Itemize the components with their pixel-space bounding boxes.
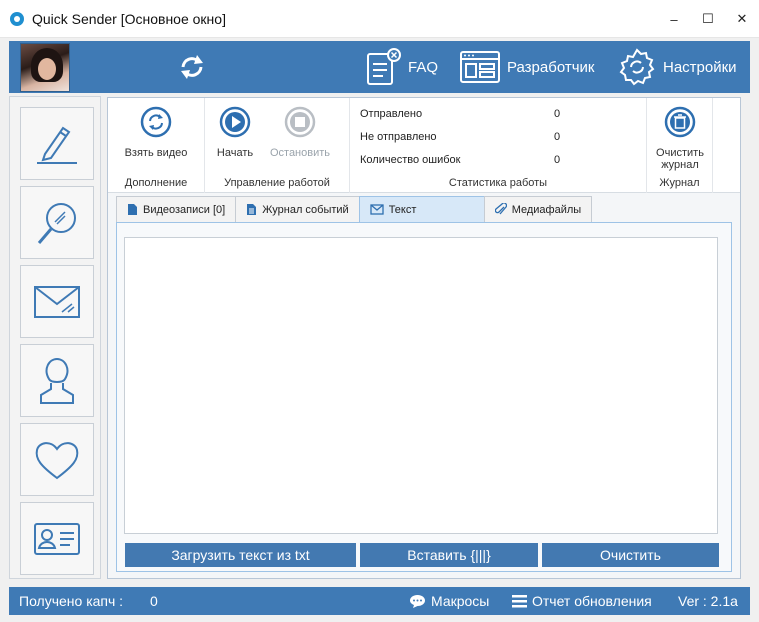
clear-log-label: Очистить журнал [656,147,704,171]
tab-content-text: Загрузить текст из txt Вставить {|||} Оч… [116,222,732,572]
chat-bubble-icon [410,594,425,608]
stat-sent-value: 0 [554,108,561,120]
magnifier-icon [37,202,76,244]
document-icon [128,204,137,215]
pencil-write-icon [37,126,77,164]
stat-errors-label: Количество ошибок [360,154,461,166]
tab-media[interactable]: Медиафайлы [483,196,593,222]
trash-icon [664,106,696,138]
ribbon-group-label: Дополнение [124,177,188,189]
clear-text-button[interactable]: Очистить [542,543,719,567]
main-panel: Взять видео Дополнение Начать Остановить… [107,97,741,579]
ribbon-group-control: Начать Остановить Управление работой [205,98,350,193]
take-video-button[interactable]: Взять видео [120,106,192,159]
sidebar-item-profile[interactable] [20,344,94,417]
refresh-icon[interactable] [175,51,209,83]
envelope-icon [34,285,80,318]
tab-label: Журнал событий [262,203,349,216]
tab-text[interactable]: Текст [358,196,485,222]
window-title: Quick Sender [Основное окно] [32,10,226,27]
macros-label: Макросы [431,593,490,609]
ribbon-group-label: Статистика работы [448,177,548,189]
top-header: FAQ Разработчик Настройки [9,41,750,93]
version-label: Ver : 2.1a [678,593,738,609]
stop-label: Остановить [269,147,331,159]
avatar[interactable] [20,43,70,92]
ribbon-group-addon: Взять видео Дополнение [108,98,205,193]
tab-event-log[interactable]: Журнал событий [235,196,360,222]
take-video-label: Взять видео [124,147,188,159]
stop-button[interactable]: Остановить [265,106,335,159]
window-controls: – ☐ ✕ [657,0,759,38]
ribbon: Взять видео Дополнение Начать Остановить… [108,98,740,193]
stat-not-sent-label: Не отправлено [360,131,437,143]
faq-button[interactable]: FAQ [366,47,438,87]
ribbon-group-label: Управление работой [224,177,330,189]
update-report-label: Отчет обновления [532,593,652,609]
faq-document-icon [367,48,401,85]
start-button[interactable]: Начать [215,106,255,159]
status-bar: Получено капч : 0 Макросы Отчет обновлен… [9,587,750,615]
macros-button[interactable]: Макросы [409,593,489,609]
load-txt-button[interactable]: Загрузить текст из txt [125,543,356,567]
sidebar-item-edit[interactable] [20,107,94,180]
paperclip-icon [494,203,507,215]
captcha-label: Получено капч : [19,593,124,609]
stat-errors-value: 0 [554,154,561,166]
ribbon-group-log: Очистить журнал Журнал [647,98,713,193]
settings-gear-icon [619,48,655,86]
ribbon-group-label: Журнал [659,177,700,189]
sidebar-item-contact-card[interactable] [20,502,94,575]
tab-bar: Видеозаписи [0] Журнал событий Текст Мед… [116,196,593,222]
tab-videos[interactable]: Видеозаписи [0] [116,196,237,222]
title-bar: Quick Sender [Основное окно] – ☐ ✕ [0,0,759,38]
settings-button[interactable]: Настройки [617,47,737,87]
developer-window-icon [460,51,500,83]
sidebar-item-mail[interactable] [20,265,94,338]
insert-macro-button[interactable]: Вставить {|||} [360,543,538,567]
settings-label: Настройки [663,58,737,76]
sidebar-item-favorites[interactable] [20,423,94,496]
message-text-area[interactable] [124,237,718,534]
close-button[interactable]: ✕ [725,0,759,38]
app-logo-icon [10,11,24,26]
maximize-button[interactable]: ☐ [691,0,725,38]
stat-not-sent-value: 0 [554,131,561,143]
document-lines-icon [247,204,257,215]
stat-sent-label: Отправлено [360,108,423,120]
tab-label: Видеозаписи [0] [143,203,226,216]
faq-label: FAQ [408,58,439,76]
menu-lines-icon [512,595,527,608]
tab-label: Медиафайлы [511,203,582,216]
play-icon [219,106,251,138]
captcha-value: 0 [150,593,158,609]
id-card-icon [34,522,80,555]
sidebar-item-search[interactable] [20,186,94,259]
start-label: Начать [216,147,254,159]
refresh-circle-icon [140,106,172,138]
minimize-button[interactable]: – [657,0,691,38]
stop-icon [284,106,316,138]
developer-label: Разработчик [507,58,595,76]
developer-button[interactable]: Разработчик [459,47,594,87]
heart-icon [35,441,79,479]
tab-label: Текст [388,203,417,216]
envelope-icon [370,204,384,215]
sidebar [9,96,101,579]
update-report-button[interactable]: Отчет обновления [512,593,652,609]
clear-log-button[interactable]: Очистить журнал [651,106,709,171]
user-icon [40,357,74,404]
